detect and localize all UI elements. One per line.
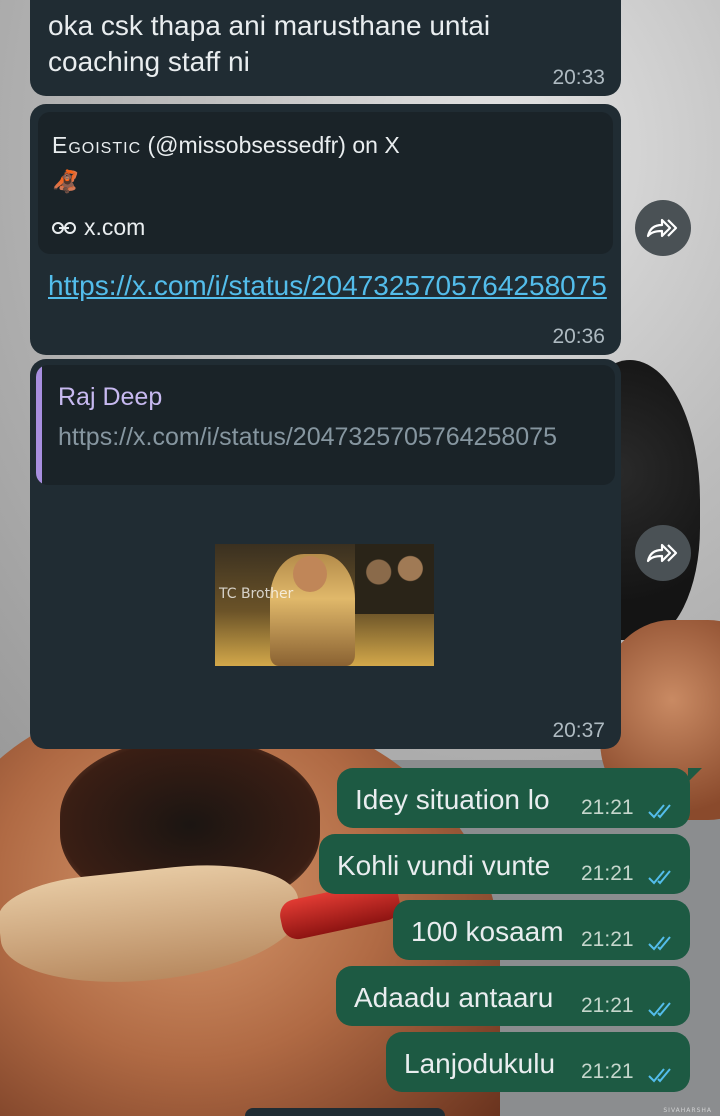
message-text: Kohli vundi vunte [337, 850, 551, 881]
double-check-icon [648, 1002, 671, 1017]
message-bubble-outgoing[interactable]: 100 kosaam 21:21 [393, 900, 690, 960]
message-bubble-link-preview[interactable]: Egoistic (@missobsessedfr) on X 🦧 x.com … [30, 104, 621, 355]
message-bubble-outgoing[interactable]: Lanjodukulu 21:21 [386, 1032, 690, 1092]
wallpaper-watermark: SIVAHARSHA [663, 1107, 712, 1114]
double-check-icon [648, 870, 671, 885]
message-link[interactable]: https://x.com/i/status/20473257057642580… [48, 268, 607, 304]
message-time: 21:21 [581, 994, 634, 1017]
forward-icon [646, 218, 678, 238]
gif-media[interactable]: TC Brother [215, 544, 434, 666]
link-preview-emoji: 🦧 [52, 170, 80, 195]
link-preview-domain: x.com [84, 214, 146, 240]
message-bubble-incoming[interactable]: oka csk thapa ani marusthane untai coach… [30, 0, 621, 96]
message-bubble-outgoing[interactable]: Kohli vundi vunte 21:21 [319, 834, 690, 894]
message-bubble-outgoing[interactable]: Idey situation lo 21:21 [337, 768, 702, 828]
link-preview-title: Egoistic (@missobsessedfr) on X [52, 132, 400, 158]
message-text: Lanjodukulu [404, 1048, 556, 1079]
message-time: 20:36 [552, 325, 605, 348]
quoted-sender-name: Raj Deep [58, 383, 163, 411]
double-check-icon [648, 804, 671, 819]
forward-button[interactable] [635, 200, 691, 256]
message-time: 21:21 [581, 928, 634, 951]
gif-watermark: TC Brother [219, 586, 294, 602]
double-check-icon [648, 1068, 671, 1083]
link-preview-domain-row: x.com [52, 214, 145, 241]
message-time: 21:21 [581, 1060, 634, 1083]
message-bubble-outgoing[interactable]: Adaadu antaaru 21:21 [336, 966, 690, 1026]
link-icon [52, 221, 76, 234]
message-text: Idey situation lo [355, 784, 550, 815]
forward-button[interactable] [635, 525, 691, 581]
double-check-icon [648, 936, 671, 951]
message-text: Adaadu antaaru [354, 982, 554, 1013]
message-time: 21:21 [581, 862, 634, 885]
message-bubble-reply[interactable]: Raj Deep https://x.com/i/status/20473257… [30, 359, 621, 749]
message-time: 20:37 [552, 719, 605, 742]
quoted-message[interactable]: Raj Deep https://x.com/i/status/20473257… [36, 365, 615, 485]
message-text: 100 kosaam [411, 916, 564, 947]
quote-accent-bar [36, 365, 42, 485]
link-preview-card[interactable]: Egoistic (@missobsessedfr) on X 🦧 x.com [38, 112, 613, 254]
message-text: oka csk thapa ani marusthane untai coach… [48, 10, 491, 77]
message-time: 20:33 [552, 66, 605, 89]
bubble-tail [688, 768, 702, 782]
quoted-text: https://x.com/i/status/20473257057642580… [58, 423, 557, 451]
forward-icon [646, 543, 678, 563]
next-message-bubble-partial [245, 1108, 445, 1116]
message-time: 21:21 [581, 796, 634, 819]
